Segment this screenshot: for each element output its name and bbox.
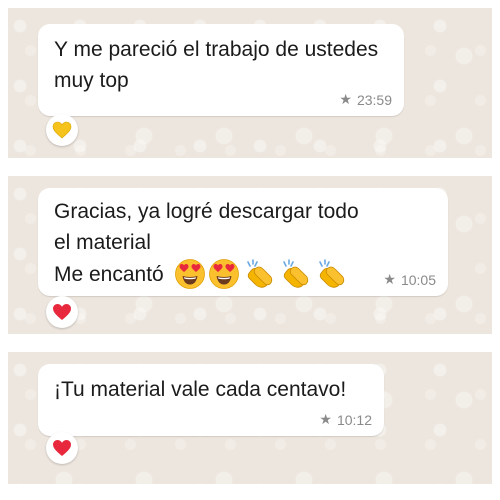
message-text: Y me pareció el trabajo de ustedes muy t… bbox=[54, 34, 378, 96]
reaction-badge[interactable] bbox=[46, 296, 78, 328]
star-icon: ★ bbox=[339, 91, 352, 107]
chat-panel-3: ¡Tu material vale cada centavo! ★ 10:12 bbox=[8, 352, 492, 484]
message-text: Gracias, ya logré descargar todo el mate… bbox=[54, 196, 359, 290]
star-icon: ★ bbox=[383, 271, 396, 287]
message-text: ¡Tu material vale cada centavo! bbox=[54, 374, 346, 405]
message-meta: ★ 10:05 bbox=[383, 271, 436, 288]
message-bubble-2[interactable]: Gracias, ya logré descargar todo el mate… bbox=[38, 188, 448, 296]
reaction-badge[interactable] bbox=[46, 432, 78, 464]
yellow-heart-icon bbox=[52, 121, 72, 139]
red-heart-icon bbox=[53, 304, 71, 320]
message-line: el material bbox=[54, 231, 151, 254]
message-line: muy top bbox=[54, 69, 129, 92]
red-heart-icon bbox=[53, 440, 71, 456]
message-line-with-emojis: Me encantó bbox=[54, 258, 359, 290]
message-meta: ★ 23:59 bbox=[339, 91, 392, 108]
message-line: Gracias, ya logré descargar todo bbox=[54, 200, 359, 223]
clapping-hands-emoji-icon bbox=[282, 259, 308, 288]
message-time: 23:59 bbox=[356, 91, 392, 108]
heart-eyes-emoji-icon bbox=[174, 259, 205, 289]
message-time: 10:12 bbox=[336, 411, 372, 428]
message-bubble-3[interactable]: ¡Tu material vale cada centavo! ★ 10:12 bbox=[38, 364, 384, 436]
reaction-badge[interactable] bbox=[46, 114, 78, 146]
message-bubble-1[interactable]: Y me pareció el trabajo de ustedes muy t… bbox=[38, 24, 404, 116]
message-line: ¡Tu material vale cada centavo! bbox=[54, 378, 347, 401]
chat-panel-1: Y me pareció el trabajo de ustedes muy t… bbox=[8, 8, 492, 158]
message-line: Y me pareció el trabajo de ustedes bbox=[54, 38, 379, 61]
message-time: 10:05 bbox=[400, 271, 436, 288]
chat-panel-2: Gracias, ya logré descargar todo el mate… bbox=[8, 176, 492, 334]
clapping-hands-emoji-icon bbox=[318, 259, 344, 288]
star-icon: ★ bbox=[319, 411, 332, 427]
clapping-hands-emoji-icon bbox=[246, 259, 272, 288]
message-meta: ★ 10:12 bbox=[319, 411, 372, 428]
heart-eyes-emoji-icon bbox=[208, 259, 239, 289]
message-line: Me encantó bbox=[54, 262, 164, 286]
